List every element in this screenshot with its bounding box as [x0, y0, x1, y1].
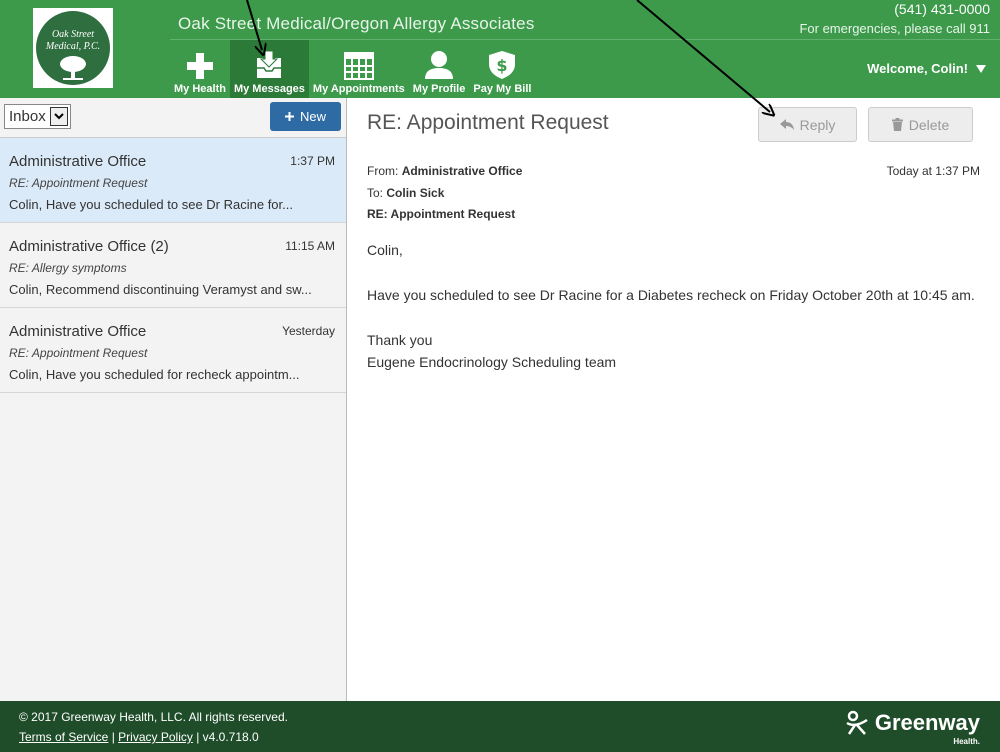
message-time: Yesterday: [282, 324, 335, 338]
from-value: Administrative Office: [401, 164, 523, 178]
copyright: © 2017 Greenway Health, LLC. All rights …: [19, 710, 288, 724]
footer-links: Terms of Service | Privacy Policy | v4.0…: [19, 730, 259, 744]
new-message-label: New: [299, 109, 326, 124]
to-label: To:: [367, 186, 384, 200]
terms-link[interactable]: Terms of Service: [19, 730, 108, 744]
brand-sub: Health.: [953, 737, 980, 746]
folder-select[interactable]: Inbox: [4, 104, 71, 129]
nav-label: My Health: [174, 83, 226, 95]
user-menu[interactable]: Welcome, Colin!: [867, 61, 986, 76]
logo-circle: Oak Street Medical, P.C.: [36, 11, 110, 85]
message-body: Colin, Have you scheduled to see Dr Raci…: [367, 239, 975, 373]
message-preview: Colin, Have you scheduled for recheck ap…: [9, 367, 300, 382]
list-item[interactable]: Administrative Office (2) 11:15 AM RE: A…: [0, 223, 346, 308]
message-sender: Administrative Office: [9, 153, 147, 170]
message-paragraph: Have you scheduled to see Dr Racine for …: [367, 287, 975, 303]
message-preview: Colin, Recommend discontinuing Veramyst …: [9, 282, 312, 297]
practice-name: Oak Street Medical/Oregon Allergy Associ…: [178, 14, 535, 33]
message-time: 1:37 PM: [290, 154, 335, 168]
logo-text: Oak Street Medical, P.C.: [45, 29, 101, 52]
message-sender: Administrative Office: [9, 323, 147, 340]
version-text: | v4.0.718.0: [196, 730, 259, 744]
link-separator: |: [111, 730, 115, 744]
plus-icon: [186, 53, 213, 79]
nav-pay-my-bill[interactable]: $ Pay My Bill: [469, 40, 535, 98]
message-preview: Colin, Have you scheduled to see Dr Raci…: [9, 197, 293, 212]
new-message-button[interactable]: New: [270, 102, 341, 131]
app-footer: © 2017 Greenway Health, LLC. All rights …: [0, 701, 1000, 752]
welcome-text: Welcome, Colin!: [867, 61, 968, 76]
nav-my-profile[interactable]: My Profile: [409, 40, 470, 98]
message-from: From: Administrative Office: [367, 164, 522, 178]
nav-label: Pay My Bill: [473, 83, 532, 95]
message-to: To: Colin Sick: [367, 186, 444, 200]
message-date: Today at 1:37 PM: [886, 164, 980, 178]
app-header: Oak Street Medical, P.C. Oak Street Medi…: [0, 0, 1000, 98]
dollar-shield-icon: $: [489, 51, 516, 79]
message-signature: Eugene Endocrinology Scheduling team: [367, 354, 617, 370]
message-closing: Thank you: [367, 332, 433, 348]
phone-number: (541) 431-0000: [894, 1, 990, 17]
emergency-notice: For emergencies, please call 911: [799, 21, 990, 36]
brand-name: Greenway: [874, 710, 980, 735]
message-title: RE: Appointment Request: [367, 111, 609, 134]
message-subject: RE: Appointment Request: [9, 176, 148, 190]
svg-text:$: $: [497, 56, 508, 75]
chevron-down-icon: [50, 107, 68, 126]
privacy-link[interactable]: Privacy Policy: [118, 730, 193, 744]
message-time: 11:15 AM: [285, 239, 335, 253]
inbox-icon: [257, 50, 282, 78]
delete-button[interactable]: Delete: [868, 107, 973, 142]
message-subject: RE: Appointment Request: [9, 346, 148, 360]
user-icon: [425, 51, 454, 79]
message-subject: RE: Allergy symptoms: [9, 261, 127, 275]
nav-my-messages[interactable]: My Messages: [229, 40, 309, 98]
delete-label: Delete: [908, 116, 950, 133]
tree-icon: [60, 56, 86, 80]
nav-label: My Profile: [412, 83, 466, 95]
greenway-person-icon: [846, 710, 868, 735]
reply-button[interactable]: Reply: [758, 107, 857, 142]
nav-label: My Messages: [233, 83, 305, 95]
folder-select-value: Inbox: [9, 108, 46, 125]
message-list-panel: Inbox New Administrative Office 1:37 PM …: [0, 98, 347, 701]
plus-icon: [284, 112, 294, 121]
main-nav: My Health My Messages My Appointments My…: [170, 40, 535, 98]
to-value: Colin Sick: [386, 186, 445, 200]
message-list-toolbar: Inbox New: [0, 98, 346, 138]
nav-label: My Appointments: [312, 83, 405, 95]
message-detail-panel: RE: Appointment Request Reply Delete Fro…: [348, 98, 1000, 701]
list-item[interactable]: Administrative Office 1:37 PM RE: Appoin…: [0, 138, 346, 223]
calendar-icon: [343, 52, 374, 80]
message-list: Administrative Office 1:37 PM RE: Appoin…: [0, 138, 346, 393]
reply-label: Reply: [799, 116, 836, 133]
reply-icon: [779, 119, 794, 130]
trash-icon: [891, 118, 903, 131]
message-greeting: Colin,: [367, 242, 403, 258]
message-sender: Administrative Office (2): [9, 238, 169, 255]
message-subject-line: RE: Appointment Request: [367, 207, 516, 221]
list-item[interactable]: Administrative Office Yesterday RE: Appo…: [0, 308, 346, 393]
from-label: From:: [367, 164, 399, 178]
caret-down-icon: [976, 64, 986, 73]
nav-my-health[interactable]: My Health: [170, 40, 230, 98]
greenway-logo: Greenway Health.: [845, 710, 980, 746]
nav-my-appointments[interactable]: My Appointments: [309, 40, 409, 98]
practice-logo[interactable]: Oak Street Medical, P.C.: [33, 8, 113, 88]
